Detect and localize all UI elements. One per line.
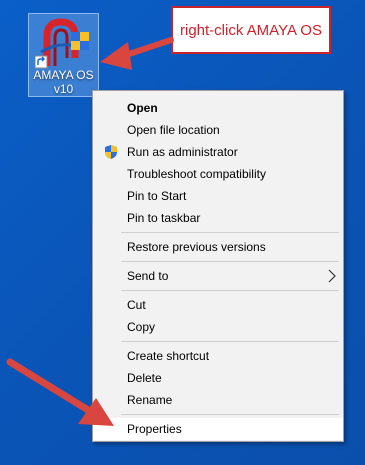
menu-separator [121,261,339,262]
menu-item-create-shortcut[interactable]: Create shortcut [93,345,343,367]
menu-separator [121,290,339,291]
menu-item-label: Open [127,101,158,115]
menu-item-rename[interactable]: Rename [93,389,343,411]
annotation-callout-text: right-click AMAYA OS [180,21,322,39]
menu-item-open[interactable]: Open [93,97,343,119]
menu-item-label: Send to [127,269,169,283]
menu-item-properties[interactable]: Properties [93,418,343,440]
menu-item-pin-to-taskbar[interactable]: Pin to taskbar [93,207,343,229]
chevron-right-icon [328,269,336,283]
desktop-icon-label-line2: v10 [53,82,74,96]
menu-item-label: Properties [127,422,182,436]
menu-separator [121,414,339,415]
menu-item-label: Pin to taskbar [127,211,201,225]
menu-item-cut[interactable]: Cut [93,294,343,316]
menu-item-label: Pin to Start [127,189,187,203]
menu-separator [121,232,339,233]
menu-item-label: Run as administrator [127,145,238,159]
menu-item-open-file-location[interactable]: Open file location [93,119,343,141]
menu-item-label: Cut [127,298,146,312]
menu-item-run-as-administrator[interactable]: Run as administrator [93,141,343,163]
menu-item-label: Troubleshoot compatibility [127,167,266,181]
menu-item-send-to[interactable]: Send to [93,265,343,287]
menu-item-label: Copy [127,320,156,334]
annotation-callout: right-click AMAYA OS [171,6,331,54]
menu-item-copy[interactable]: Copy [93,316,343,338]
menu-item-label: Rename [127,393,173,407]
menu-item-troubleshoot-compatibility[interactable]: Troubleshoot compatibility [93,163,343,185]
amaya-os-app-icon [35,18,89,69]
menu-item-label: Restore previous versions [127,240,266,254]
menu-item-label: Open file location [127,123,220,137]
uac-shield-icon [105,145,117,159]
menu-separator [121,341,339,342]
menu-item-label: Delete [127,371,162,385]
context-menu: Open Open file location Run as administr… [92,90,344,442]
desktop-icon-label: AMAYA OS v10 [29,68,98,96]
menu-item-restore-previous-versions[interactable]: Restore previous versions [93,236,343,258]
menu-item-label: Create shortcut [127,349,210,363]
desktop-icon-amaya-os[interactable]: AMAYA OS v10 [28,13,99,97]
desktop-icon-label-line1: AMAYA OS [33,68,94,82]
menu-item-delete[interactable]: Delete [93,367,343,389]
menu-item-pin-to-start[interactable]: Pin to Start [93,185,343,207]
